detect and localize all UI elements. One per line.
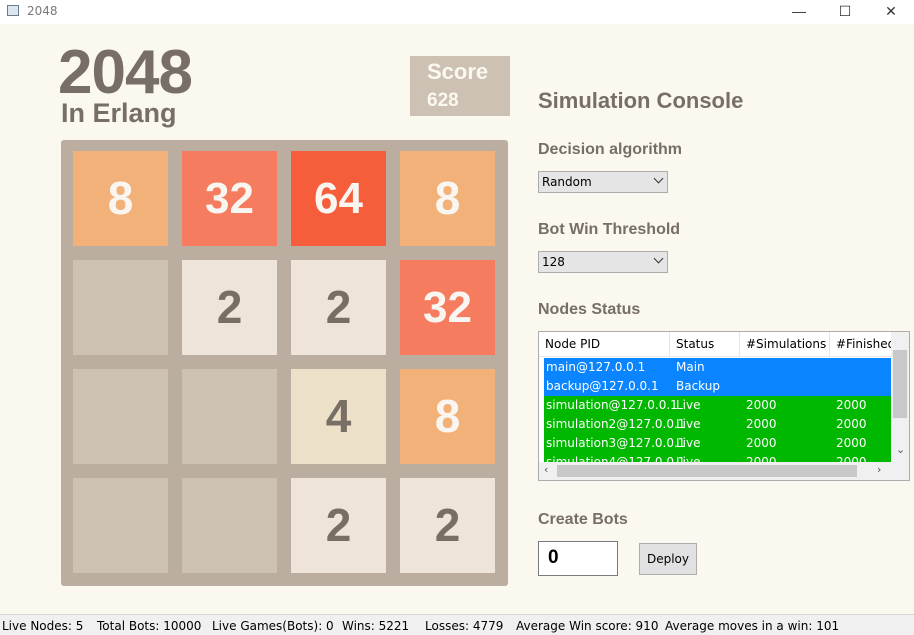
bot-win-threshold-value: 128 xyxy=(542,255,565,269)
app-icon xyxy=(7,5,19,16)
deploy-button[interactable]: Deploy xyxy=(639,543,697,575)
table-cell: 2000 xyxy=(836,436,867,450)
game-subtitle: In Erlang xyxy=(61,98,177,128)
decision-algorithm-select[interactable]: Random xyxy=(538,171,668,193)
console-title: Simulation Console xyxy=(538,88,744,113)
status-bar: Live Nodes: 5 Total Bots: 10000 Live Gam… xyxy=(0,614,914,635)
table-cell: main@127.0.0.1 xyxy=(546,360,646,374)
close-button[interactable]: ✕ xyxy=(868,0,914,24)
chevron-down-icon xyxy=(653,253,664,264)
table-cell: backup@127.0.0.1 xyxy=(546,379,659,393)
tile: 2 xyxy=(291,478,386,573)
live-games-stat: Live Games(Bots): 0 xyxy=(212,619,334,633)
nodes-status-label: Nodes Status xyxy=(538,301,641,318)
decision-algorithm-label: Decision algorithm xyxy=(538,141,683,158)
tile xyxy=(73,478,168,573)
bot-win-threshold-label: Bot Win Threshold xyxy=(538,221,681,238)
scrollbar-thumb[interactable] xyxy=(893,350,907,418)
score-value: 628 xyxy=(427,90,459,111)
tile: 64 xyxy=(291,151,386,246)
table-header: Node PID Status #Simulations #Finished xyxy=(539,332,891,357)
table-cell: Live xyxy=(676,398,701,412)
chevron-down-icon xyxy=(653,173,664,184)
scroll-corner xyxy=(891,462,909,480)
column-header-finished[interactable]: #Finished xyxy=(830,332,891,356)
table-cell: simulation@127.0.0.1 xyxy=(546,398,678,412)
scroll-right-icon[interactable]: › xyxy=(877,463,881,476)
scroll-left-icon[interactable]: ‹ xyxy=(544,463,548,476)
tile: 2 xyxy=(182,260,277,355)
scrollbar-thumb[interactable] xyxy=(557,465,857,477)
nodes-status-table[interactable]: Node PID Status #Simulations #Finished m… xyxy=(538,331,910,481)
decision-algorithm-value: Random xyxy=(542,175,592,189)
tile: 4 xyxy=(291,369,386,464)
table-row[interactable]: simulation@127.0.0.1 Live 2000 2000 xyxy=(544,396,891,415)
window-title: 2048 xyxy=(27,4,58,18)
average-moves-stat: Average moves in a win: 101 xyxy=(665,619,840,633)
tile xyxy=(73,260,168,355)
tile xyxy=(182,478,277,573)
bot-win-threshold-select[interactable]: 128 xyxy=(538,251,668,273)
tile: 32 xyxy=(182,151,277,246)
tile: 8 xyxy=(400,151,495,246)
table-cell: 2000 xyxy=(836,398,867,412)
create-bots-label: Create Bots xyxy=(538,511,628,528)
score-box: Score 628 xyxy=(410,56,510,116)
scroll-down-icon[interactable]: ⌄ xyxy=(896,443,905,456)
tile xyxy=(73,369,168,464)
table-cell: 2000 xyxy=(836,417,867,431)
table-cell: Live xyxy=(676,436,701,450)
minimize-button[interactable]: — xyxy=(776,0,822,24)
column-header-simulations[interactable]: #Simulations xyxy=(740,332,830,356)
table-row[interactable]: backup@127.0.0.1 Backup xyxy=(544,377,891,396)
table-cell: simulation2@127.0.0.1 xyxy=(546,417,686,431)
table-cell: Live xyxy=(676,417,701,431)
game-board[interactable]: 8 32 64 8 2 2 32 4 8 2 2 xyxy=(61,140,508,586)
tile xyxy=(182,369,277,464)
column-header-node-pid[interactable]: Node PID xyxy=(539,332,670,356)
live-nodes-stat: Live Nodes: 5 xyxy=(2,619,84,633)
maximize-button[interactable]: ☐ xyxy=(822,0,868,24)
losses-stat: Losses: 4779 xyxy=(425,619,504,633)
table-cell: 2000 xyxy=(746,417,777,431)
vertical-scrollbar[interactable]: ⌄ xyxy=(891,332,909,462)
average-win-score-stat: Average Win score: 910 xyxy=(516,619,659,633)
table-cell: simulation3@127.0.0.1 xyxy=(546,436,686,450)
table-row[interactable]: main@127.0.0.1 Main xyxy=(544,358,891,377)
tile: 32 xyxy=(400,260,495,355)
table-row[interactable]: simulation3@127.0.0.1 Live 2000 2000 xyxy=(544,434,891,453)
tile: 8 xyxy=(73,151,168,246)
horizontal-scrollbar[interactable]: ‹ › xyxy=(539,462,891,480)
total-bots-stat: Total Bots: 10000 xyxy=(97,619,202,633)
table-cell: Backup xyxy=(676,379,720,393)
tile: 2 xyxy=(291,260,386,355)
table-cell: 2000 xyxy=(746,436,777,450)
score-label: Score xyxy=(427,59,489,84)
wins-stat: Wins: 5221 xyxy=(342,619,410,633)
column-header-status[interactable]: Status xyxy=(670,332,740,356)
table-row[interactable]: simulation2@127.0.0.1 Live 2000 2000 xyxy=(544,415,891,434)
table-cell: Main xyxy=(676,360,705,374)
title-bar: 2048 — ☐ ✕ xyxy=(0,0,914,24)
tile: 2 xyxy=(400,478,495,573)
tile: 8 xyxy=(400,369,495,464)
table-cell: 2000 xyxy=(746,398,777,412)
bots-count-input[interactable]: 0 xyxy=(538,541,618,576)
